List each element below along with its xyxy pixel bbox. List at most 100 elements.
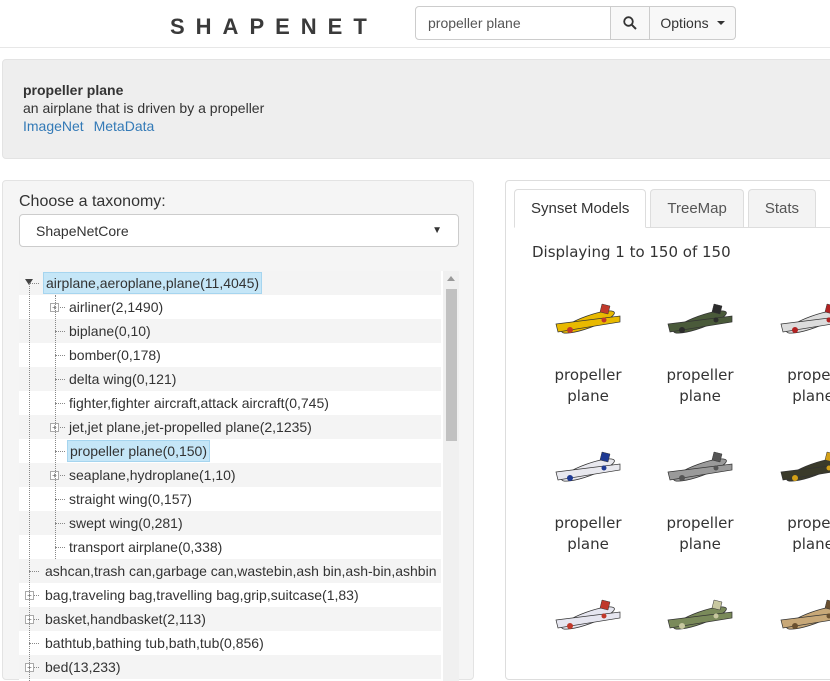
taxonomy-label: Choose a taxonomy:	[19, 193, 166, 211]
tree-node-label[interactable]: bathtub,bathing tub,bath,tub(0,856)	[43, 631, 266, 655]
scroll-thumb[interactable]	[446, 289, 457, 441]
tab-stats[interactable]: Stats	[748, 189, 816, 227]
model-card[interactable]	[644, 577, 756, 657]
plane-thumbnail[interactable]	[532, 577, 644, 657]
select-arrow-icon: ▼	[432, 225, 442, 236]
tree-row[interactable]: biplane(0,10)	[19, 319, 441, 343]
tree-connector	[29, 571, 39, 572]
model-name: propellerplane	[532, 365, 644, 407]
tree-node-label[interactable]: jet,jet plane,jet-propelled plane(2,1235…	[67, 415, 314, 439]
model-name-line2: plane	[757, 386, 830, 407]
shapenet-logo[interactable]: SHAPENET	[170, 14, 378, 40]
tree-row[interactable]: +airliner(2,1490)	[19, 295, 441, 319]
plane-thumbnail[interactable]	[644, 281, 756, 361]
tree-node-label[interactable]: swept wing(0,281)	[67, 511, 185, 535]
tree-row[interactable]: +bed(13,233)	[19, 655, 441, 679]
tree-node-label[interactable]: biplane(0,10)	[67, 319, 153, 343]
tree-node-label[interactable]: bomber(0,178)	[67, 343, 163, 367]
model-card[interactable]	[532, 577, 644, 657]
tree-connector	[55, 355, 65, 356]
options-label: Options	[660, 15, 708, 31]
tree-node-label[interactable]: straight wing(0,157)	[67, 487, 194, 511]
tree-node-label[interactable]: bed(13,233)	[43, 655, 123, 679]
tree-row[interactable]: bomber(0,178)	[19, 343, 441, 367]
plane-thumbnail[interactable]	[757, 281, 830, 361]
tree-node-label[interactable]: fighter,fighter aircraft,attack aircraft…	[67, 391, 331, 415]
tree-row[interactable]: swept wing(0,281)	[19, 511, 441, 535]
tree-row[interactable]: bathtub,bathing tub,bath,tub(0,856)	[19, 631, 441, 655]
synset-links: ImageNet MetaData	[23, 118, 821, 134]
tab-treemap[interactable]: TreeMap	[650, 189, 743, 227]
model-name-line2: plane	[644, 534, 756, 555]
scroll-up-icon[interactable]	[447, 276, 455, 281]
tree-connector	[55, 403, 65, 404]
synset-info-panel: propeller plane an airplane that is driv…	[2, 59, 830, 159]
caret-down-icon	[717, 21, 725, 25]
tree-row[interactable]: +basket,handbasket(2,113)	[19, 607, 441, 631]
model-name-line1: propeller	[644, 513, 756, 534]
model-name-line2: plane	[532, 534, 644, 555]
plane-thumbnail[interactable]	[644, 429, 756, 509]
tree-row[interactable]: fighter,fighter aircraft,attack aircraft…	[19, 391, 441, 415]
tree-row[interactable]: airplane,aeroplane,plane(11,4045)	[19, 271, 441, 295]
taxonomy-select[interactable]: ShapeNetCore ▼	[19, 214, 459, 247]
tree-node-label[interactable]: transport airplane(0,338)	[67, 535, 224, 559]
tree-guide-line	[29, 283, 30, 681]
model-name-line1: propell	[757, 365, 830, 386]
model-name-line2: plane	[532, 386, 644, 407]
tree-row[interactable]: +seaplane,hydroplane(1,10)	[19, 463, 441, 487]
search-button[interactable]	[611, 6, 650, 40]
model-name: propellerplane	[644, 513, 756, 555]
metadata-link[interactable]: MetaData	[94, 118, 155, 134]
tree-node-label[interactable]: propeller plane(0,150)	[67, 440, 210, 462]
tree-scrollbar[interactable]	[443, 271, 459, 681]
tree-connector	[55, 547, 65, 548]
results-panel: Synset Models TreeMap Stats Displaying 1…	[505, 180, 830, 680]
options-dropdown-button[interactable]: Options	[650, 6, 736, 40]
model-name-line1: propeller	[644, 365, 756, 386]
tab-synset-models[interactable]: Synset Models	[514, 189, 646, 228]
model-name-line1: propeller	[532, 513, 644, 534]
tree-connector	[55, 379, 65, 380]
tree-row[interactable]: +bag,traveling bag,travelling bag,grip,s…	[19, 583, 441, 607]
model-name-line2: plane	[757, 534, 830, 555]
synset-title: propeller plane	[23, 82, 821, 98]
model-name: propellplane	[757, 513, 830, 555]
tree-node-label[interactable]: airplane,aeroplane,plane(11,4045)	[43, 272, 262, 294]
search-icon	[623, 16, 637, 30]
model-name: propellplane	[757, 365, 830, 407]
tree-row[interactable]: straight wing(0,157)	[19, 487, 441, 511]
plane-thumbnail[interactable]	[757, 429, 830, 509]
tree-connector	[55, 523, 65, 524]
plane-thumbnail[interactable]	[532, 281, 644, 361]
tree-row[interactable]: propeller plane(0,150)	[19, 439, 441, 463]
tree-row[interactable]: +jet,jet plane,jet-propelled plane(2,123…	[19, 415, 441, 439]
tree-node-label[interactable]: bag,traveling bag,travelling bag,grip,su…	[43, 583, 361, 607]
model-card[interactable]: propellplane	[757, 429, 830, 555]
tree-node-label[interactable]: delta wing(0,121)	[67, 367, 178, 391]
model-card[interactable]: propellplane	[757, 281, 830, 407]
tree-row[interactable]: ashcan,trash can,garbage can,wastebin,as…	[19, 559, 441, 583]
displaying-count: Displaying 1 to 150 of 150	[532, 243, 731, 261]
taxonomy-panel: Choose a taxonomy: ShapeNetCore ▼ +bed(1…	[2, 180, 474, 680]
model-name: propellerplane	[532, 513, 644, 555]
tree-node-label[interactable]: seaplane,hydroplane(1,10)	[67, 463, 238, 487]
tree-row[interactable]: delta wing(0,121)	[19, 367, 441, 391]
model-card[interactable]: propellerplane	[644, 429, 756, 555]
model-card[interactable]: propellerplane	[532, 429, 644, 555]
model-card[interactable]: propellerplane	[644, 281, 756, 407]
tree-node-label[interactable]: basket,handbasket(2,113)	[43, 607, 208, 631]
tree-node-label[interactable]: ashcan,trash can,garbage can,wastebin,as…	[43, 559, 438, 583]
synset-description: an airplane that is driven by a propelle…	[23, 100, 821, 116]
tree-connector	[29, 643, 39, 644]
plane-thumbnail[interactable]	[757, 577, 830, 657]
search-input[interactable]	[415, 6, 611, 40]
tree-node-label[interactable]: airliner(2,1490)	[67, 295, 165, 319]
tree-row[interactable]: transport airplane(0,338)	[19, 535, 441, 559]
model-card[interactable]: propellerplane	[532, 281, 644, 407]
plane-thumbnail[interactable]	[532, 429, 644, 509]
model-name-line1: propeller	[532, 365, 644, 386]
model-card[interactable]	[757, 577, 830, 657]
imagenet-link[interactable]: ImageNet	[23, 118, 84, 134]
plane-thumbnail[interactable]	[644, 577, 756, 657]
